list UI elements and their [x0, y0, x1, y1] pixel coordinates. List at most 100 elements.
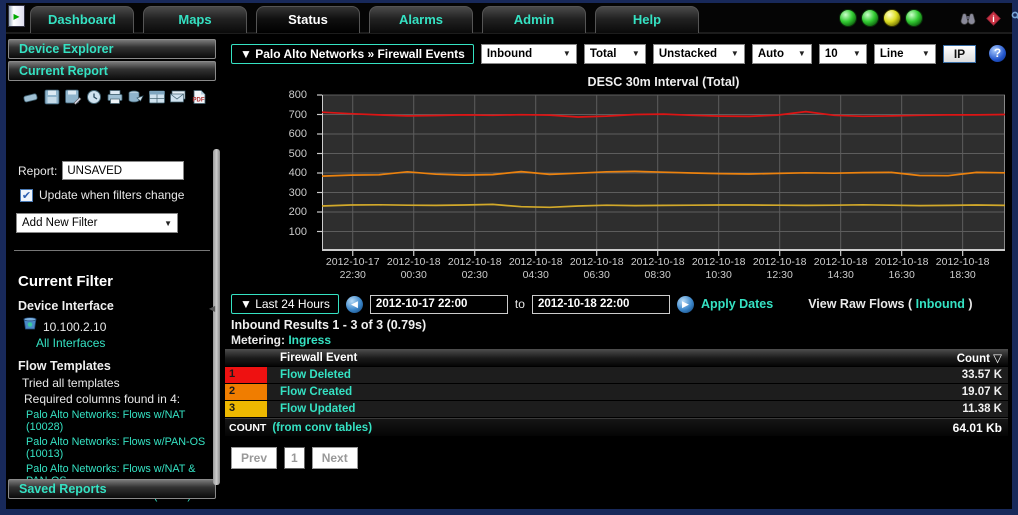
status-orbs — [839, 9, 923, 27]
prev-page-button[interactable]: Prev — [231, 447, 277, 469]
report-design-icon[interactable] — [148, 89, 166, 105]
current-report-header[interactable]: Current Report — [8, 61, 216, 81]
report-label: Report: — [18, 164, 57, 178]
app-frame: ▸ Dashboard Maps Status Alarms Admin Hel… — [6, 3, 1012, 509]
chevron-down-icon: ▼ — [563, 49, 571, 58]
device-interface-title: Device Interface — [18, 299, 114, 313]
device-icon — [22, 317, 38, 336]
time-range-button[interactable]: ▼ Last 24 Hours — [231, 294, 339, 314]
update-filters-label: Update when filters change — [39, 188, 184, 202]
y-tick-label: 600 — [289, 128, 307, 140]
rank-color-cell: 3 — [225, 401, 267, 417]
y-tick-label: 100 — [289, 226, 307, 238]
status-orb-green-3[interactable] — [905, 9, 923, 27]
email-icon[interactable] — [169, 89, 187, 105]
data-source-value: Auto — [758, 48, 784, 60]
report-name-input[interactable] — [62, 161, 184, 180]
sidebar-toggle-icon[interactable]: ▸ — [8, 5, 25, 27]
column-count-sort[interactable]: Count ▽ — [957, 351, 1008, 365]
ip-button[interactable]: IP — [943, 45, 976, 63]
status-orb-green-1[interactable] — [839, 9, 857, 27]
report-toolbar-row: ▼ Palo Alto Networks » Firewall Events I… — [231, 42, 1006, 65]
chevron-down-icon: ▼ — [922, 49, 930, 58]
saved-reports-header[interactable]: Saved Reports — [8, 479, 216, 499]
tab-status[interactable]: Status — [256, 6, 360, 33]
event-link[interactable]: Flow Deleted — [280, 369, 351, 381]
update-filters-checkbox[interactable]: ✔ — [20, 189, 33, 202]
prev-period-button[interactable]: ◀ — [346, 296, 363, 313]
data-source-select[interactable]: Auto▼ — [752, 44, 812, 64]
tab-dashboard[interactable]: Dashboard — [30, 6, 134, 33]
column-count-label: Count — [957, 353, 990, 365]
chevron-down-icon: ▼ — [632, 49, 640, 58]
next-page-button[interactable]: Next — [312, 447, 358, 469]
view-raw-flows: View Raw Flows ( Inbound ) — [808, 297, 972, 311]
binoculars-icon[interactable] — [959, 12, 977, 31]
date-range-controls: ▼ Last 24 Hours ◀ to ▶ Apply Dates View … — [231, 294, 973, 314]
report-toolbar: PDF — [22, 89, 208, 105]
footer-count-label: COUNT — [225, 422, 266, 434]
x-tick-label: 2012-10-1818:30 — [925, 256, 1001, 282]
printer-icon[interactable] — [106, 89, 124, 105]
sidebar-scrollbar[interactable]: ◀ — [213, 149, 220, 485]
flow-templates-line1: Tried all templates — [22, 376, 120, 390]
status-orb-green-2[interactable] — [861, 9, 879, 27]
event-link[interactable]: Flow Created — [280, 386, 352, 398]
raw-flows-suffix: ) — [965, 297, 973, 311]
chevron-down-icon: ▼ — [731, 49, 739, 58]
chart-x-axis-labels: 2012-10-1722:302012-10-1800:302012-10-18… — [322, 256, 1005, 286]
pdf-icon[interactable]: PDF — [190, 89, 208, 105]
save-icon[interactable] — [43, 89, 61, 105]
end-date-input[interactable] — [532, 295, 670, 314]
add-new-filter-value: Add New Filter — [22, 217, 97, 229]
apply-dates-link[interactable]: Apply Dates — [701, 297, 773, 311]
tab-help[interactable]: Help — [595, 6, 699, 33]
next-period-button[interactable]: ▶ — [677, 296, 694, 313]
metering-ingress-link[interactable]: Ingress — [288, 333, 331, 347]
all-interfaces-link[interactable]: All Interfaces — [36, 336, 105, 350]
rate-total-value: Total — [590, 48, 617, 60]
template-link[interactable]: Palo Alto Networks: Flows w/NAT (10028) — [26, 409, 220, 433]
page-1-button[interactable]: 1 — [284, 447, 305, 469]
count-value: 33.57 K — [962, 369, 1008, 381]
results-table: Firewall Event Count ▽ 1 Flow Deleted 33… — [225, 349, 1008, 436]
stack-mode-select[interactable]: Unstacked ▼ — [653, 44, 745, 64]
event-link[interactable]: Flow Updated — [280, 403, 355, 415]
raw-flows-inbound-link[interactable]: Inbound — [916, 297, 965, 311]
y-tick-label: 800 — [289, 89, 307, 101]
table-row: 3 Flow Updated 11.38 K — [225, 401, 1008, 418]
stack-mode-value: Unstacked — [659, 48, 717, 60]
report-selector-button[interactable]: ▼ Palo Alto Networks » Firewall Events — [231, 44, 474, 64]
count-value: 19.07 K — [962, 386, 1008, 398]
tab-alarms[interactable]: Alarms — [369, 6, 473, 33]
graph-type-select[interactable]: Line ▼ — [874, 44, 936, 64]
table-header-row: Firewall Event Count ▽ — [225, 349, 1008, 367]
svg-text:PDF: PDF — [193, 98, 205, 104]
status-orb-yellow[interactable] — [883, 9, 901, 27]
metering-label: Metering: — [231, 333, 288, 347]
add-new-filter-select[interactable]: Add New Filter ▼ — [16, 213, 178, 233]
start-date-input[interactable] — [370, 295, 508, 314]
keys-icon[interactable] — [1010, 10, 1018, 32]
results-summary: Inbound Results 1 - 3 of 3 (0.79s) — [231, 318, 426, 332]
export-icon[interactable] — [127, 89, 145, 105]
tab-maps[interactable]: Maps — [143, 6, 247, 33]
graph-type-value: Line — [880, 48, 904, 60]
alert-diamond-icon[interactable]: i — [985, 10, 1002, 32]
table-row: 2 Flow Created 19.07 K — [225, 384, 1008, 401]
template-link[interactable]: Palo Alto Networks: Flows w/PAN-OS (1001… — [26, 436, 220, 460]
sidebar-divider — [14, 250, 210, 251]
raw-flows-prefix: View Raw Flows ( — [808, 297, 915, 311]
rate-total-select[interactable]: Total ▼ — [584, 44, 646, 64]
save-as-icon[interactable] — [64, 89, 82, 105]
help-icon[interactable]: ? — [989, 45, 1006, 62]
flow-templates-line2: Required columns found in 4: — [24, 392, 180, 406]
schedule-icon[interactable] — [85, 89, 103, 105]
tab-admin[interactable]: Admin — [482, 6, 586, 33]
device-explorer-header[interactable]: Device Explorer — [8, 39, 216, 59]
eraser-icon[interactable] — [22, 89, 40, 105]
y-tick-label: 200 — [289, 206, 307, 218]
direction-select[interactable]: Inbound▼ — [481, 44, 577, 64]
row-count-select[interactable]: 10▼ — [819, 44, 867, 64]
footer-note: (from conv tables) — [272, 422, 372, 434]
